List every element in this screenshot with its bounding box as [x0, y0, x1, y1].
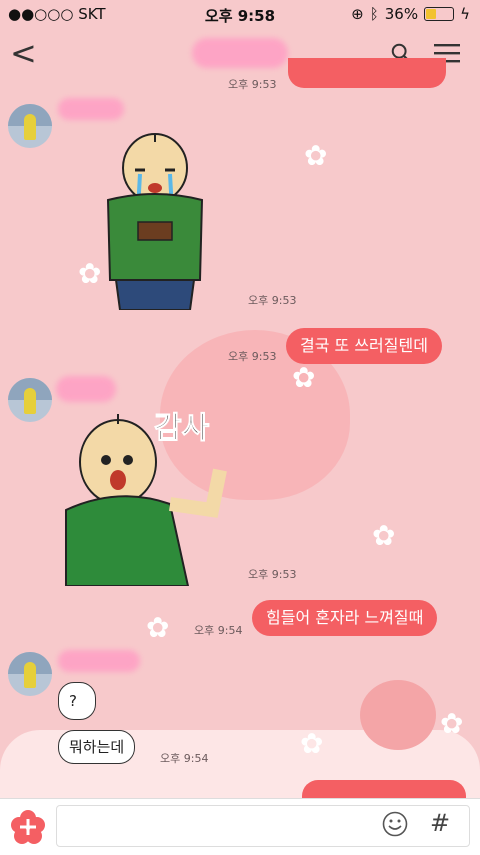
- sticker-caption: 감사: [154, 411, 210, 446]
- back-button[interactable]: <: [10, 34, 37, 72]
- plus-flower-icon[interactable]: [10, 809, 46, 845]
- status-right: ⊕ ᛒ 36% ϟ: [351, 5, 470, 23]
- hashtag-search-button[interactable]: #: [430, 809, 450, 837]
- flower-icon: ✿: [440, 707, 464, 740]
- bluetooth-icon: ᛒ: [369, 5, 379, 23]
- sender-name-redacted: [56, 376, 116, 402]
- avatar[interactable]: [8, 104, 52, 148]
- message-bubble-theirs[interactable]: 뭐하는데: [58, 730, 136, 764]
- rotation-lock-icon: ⊕: [351, 5, 364, 23]
- sticker-thanks-man[interactable]: 감사: [62, 400, 262, 586]
- message-bubble-theirs[interactable]: ?: [58, 682, 96, 720]
- sticker-crying-man[interactable]: [100, 130, 210, 310]
- charging-icon: ϟ: [460, 5, 470, 23]
- message-bubble-mine-partial[interactable]: [302, 780, 466, 798]
- flower-icon: ✿: [304, 139, 328, 172]
- flower-icon: ✿: [78, 257, 102, 290]
- flower-icon: ✿: [146, 611, 170, 644]
- avatar[interactable]: [8, 652, 52, 696]
- message-time: 오후 9:53: [228, 350, 277, 363]
- message-time: 오후 9:53: [248, 294, 297, 307]
- message-bubble-mine[interactable]: 힘들어 혼자라 느껴질때: [252, 600, 438, 636]
- peach-character-art: [360, 680, 436, 750]
- emoji-icon[interactable]: [382, 811, 408, 837]
- message-composer: #: [0, 798, 480, 855]
- flower-icon: ✿: [292, 361, 316, 394]
- chat-title-redacted: [192, 38, 288, 68]
- message-bubble-mine[interactable]: 결국 또 쓰러질텐데: [286, 328, 442, 364]
- message-time: 오후 9:54: [160, 752, 209, 765]
- flower-icon: ✿: [372, 519, 396, 552]
- flower-icon: ✿: [300, 727, 324, 760]
- sender-name-redacted: [58, 650, 140, 672]
- sender-name-redacted: [58, 98, 124, 120]
- battery-percent: 36%: [384, 5, 419, 23]
- battery-icon: [424, 7, 455, 21]
- avatar[interactable]: [8, 378, 52, 422]
- status-bar: ●●○○○ SKT 오후 9:58 ⊕ ᛒ 36% ϟ: [0, 0, 480, 28]
- message-time: 오후 9:54: [194, 624, 243, 637]
- message-time: 오후 9:53: [248, 568, 297, 581]
- message-bubble-mine-partial[interactable]: [288, 58, 446, 88]
- battery-fill: [426, 9, 437, 19]
- message-time: 오후 9:53: [228, 78, 277, 91]
